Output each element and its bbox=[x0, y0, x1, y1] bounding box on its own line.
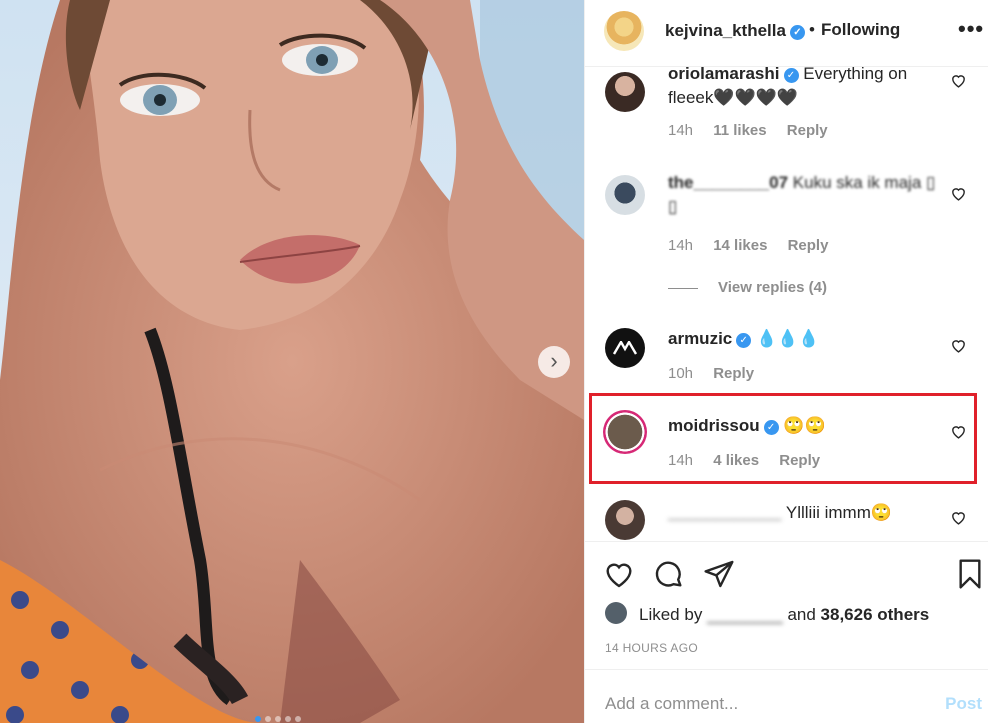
commenter-avatar[interactable] bbox=[605, 500, 645, 540]
save-bookmark-icon[interactable] bbox=[954, 558, 986, 590]
verified-badge-icon: ✓ bbox=[783, 68, 799, 83]
reply-button[interactable]: Reply bbox=[788, 237, 829, 254]
comment-likes[interactable]: 11 likes bbox=[713, 122, 766, 139]
comment-like-heart-icon[interactable] bbox=[950, 185, 967, 202]
liked-by-name[interactable]: ________ bbox=[707, 605, 783, 624]
comment-time: 14h bbox=[668, 237, 694, 254]
comment-body: Yllliii immm🙄 bbox=[785, 503, 893, 522]
comment-likes[interactable]: 14 likes bbox=[713, 237, 767, 254]
post-comment-button[interactable]: Post bbox=[945, 694, 982, 714]
reply-button[interactable]: Reply bbox=[787, 122, 828, 139]
comment-text: ____________ Yllliii immm🙄 bbox=[668, 501, 938, 525]
post-header: kejvina_kthella ✓ • Following ••• bbox=[585, 0, 988, 67]
comment-text: armuzic ✓ 💧💧💧 bbox=[668, 327, 938, 351]
comment-meta: 14h 14 likes Reply bbox=[668, 237, 844, 254]
commenter-username[interactable]: oriolamarashi bbox=[668, 67, 780, 83]
post-image bbox=[0, 0, 584, 723]
commenter-avatar[interactable] bbox=[605, 175, 645, 215]
post-actions: Liked by ________ and 38,626 others 14 H… bbox=[585, 541, 988, 669]
comment-time: 14h bbox=[668, 122, 694, 139]
post-timestamp[interactable]: 14 HOURS AGO bbox=[605, 641, 698, 655]
comment-time: 10h bbox=[668, 365, 694, 382]
liked-by-text: Liked by ________ and 38,626 others bbox=[639, 605, 929, 625]
carousel-dot bbox=[255, 716, 261, 722]
author-username-text[interactable]: kejvina_kthella bbox=[665, 21, 786, 40]
verified-badge-icon: ✓ bbox=[736, 333, 752, 348]
carousel-dots bbox=[255, 709, 305, 722]
author-username[interactable]: kejvina_kthella ✓ bbox=[665, 21, 805, 41]
carousel-next-button[interactable]: › bbox=[538, 346, 570, 378]
armuzic-logo-icon bbox=[612, 341, 638, 355]
commenter-avatar[interactable] bbox=[605, 328, 645, 368]
carousel-dot bbox=[295, 716, 301, 722]
commenter-username[interactable]: ____________ bbox=[668, 503, 781, 522]
verified-badge-icon: ✓ bbox=[789, 25, 805, 40]
carousel-dot bbox=[265, 716, 271, 722]
highlight-box bbox=[589, 393, 977, 484]
view-replies-button[interactable]: View replies (4) bbox=[668, 279, 827, 296]
comment-text: the________07 Kuku ska ik maja ▯ ▯ bbox=[668, 171, 938, 219]
author-avatar[interactable] bbox=[604, 11, 644, 51]
liked-by-others-count[interactable]: 38,626 others bbox=[821, 605, 930, 624]
comment-body: 💧💧💧 bbox=[755, 329, 820, 348]
liked-by-prefix: Liked by bbox=[639, 605, 703, 624]
follow-status-button[interactable]: Following bbox=[821, 20, 900, 40]
comment-text: oriolamarashi ✓ Everything on fleeek🖤🖤🖤🖤 bbox=[668, 67, 938, 110]
comment-meta: 10h Reply bbox=[668, 365, 770, 382]
carousel-dot bbox=[285, 716, 291, 722]
like-heart-icon[interactable] bbox=[603, 558, 635, 590]
more-options-icon[interactable]: ••• bbox=[958, 16, 984, 42]
carousel-dot bbox=[275, 716, 281, 722]
commenter-avatar[interactable] bbox=[605, 72, 645, 112]
post-sidebar: kejvina_kthella ✓ • Following ••• oriolam… bbox=[585, 0, 988, 723]
commenter-username[interactable]: armuzic bbox=[668, 329, 732, 348]
comment-like-heart-icon[interactable] bbox=[950, 337, 967, 354]
add-comment-input[interactable]: Add a comment... bbox=[605, 694, 738, 714]
comment-bubble-icon[interactable] bbox=[653, 558, 685, 590]
comment-meta: 14h 11 likes Reply bbox=[668, 122, 844, 139]
comment-like-heart-icon[interactable] bbox=[950, 72, 967, 89]
add-comment-bar: Add a comment... Post bbox=[585, 669, 988, 724]
commenter-username[interactable]: the________07 bbox=[668, 173, 788, 192]
header-separator: • bbox=[809, 20, 815, 39]
reply-button[interactable]: Reply bbox=[713, 365, 754, 382]
comment-like-heart-icon[interactable] bbox=[950, 509, 967, 526]
post-photo[interactable] bbox=[0, 0, 584, 723]
share-paper-plane-icon[interactable] bbox=[703, 558, 735, 590]
liked-by-avatar[interactable] bbox=[605, 602, 627, 624]
liked-by-and: and bbox=[787, 605, 816, 624]
